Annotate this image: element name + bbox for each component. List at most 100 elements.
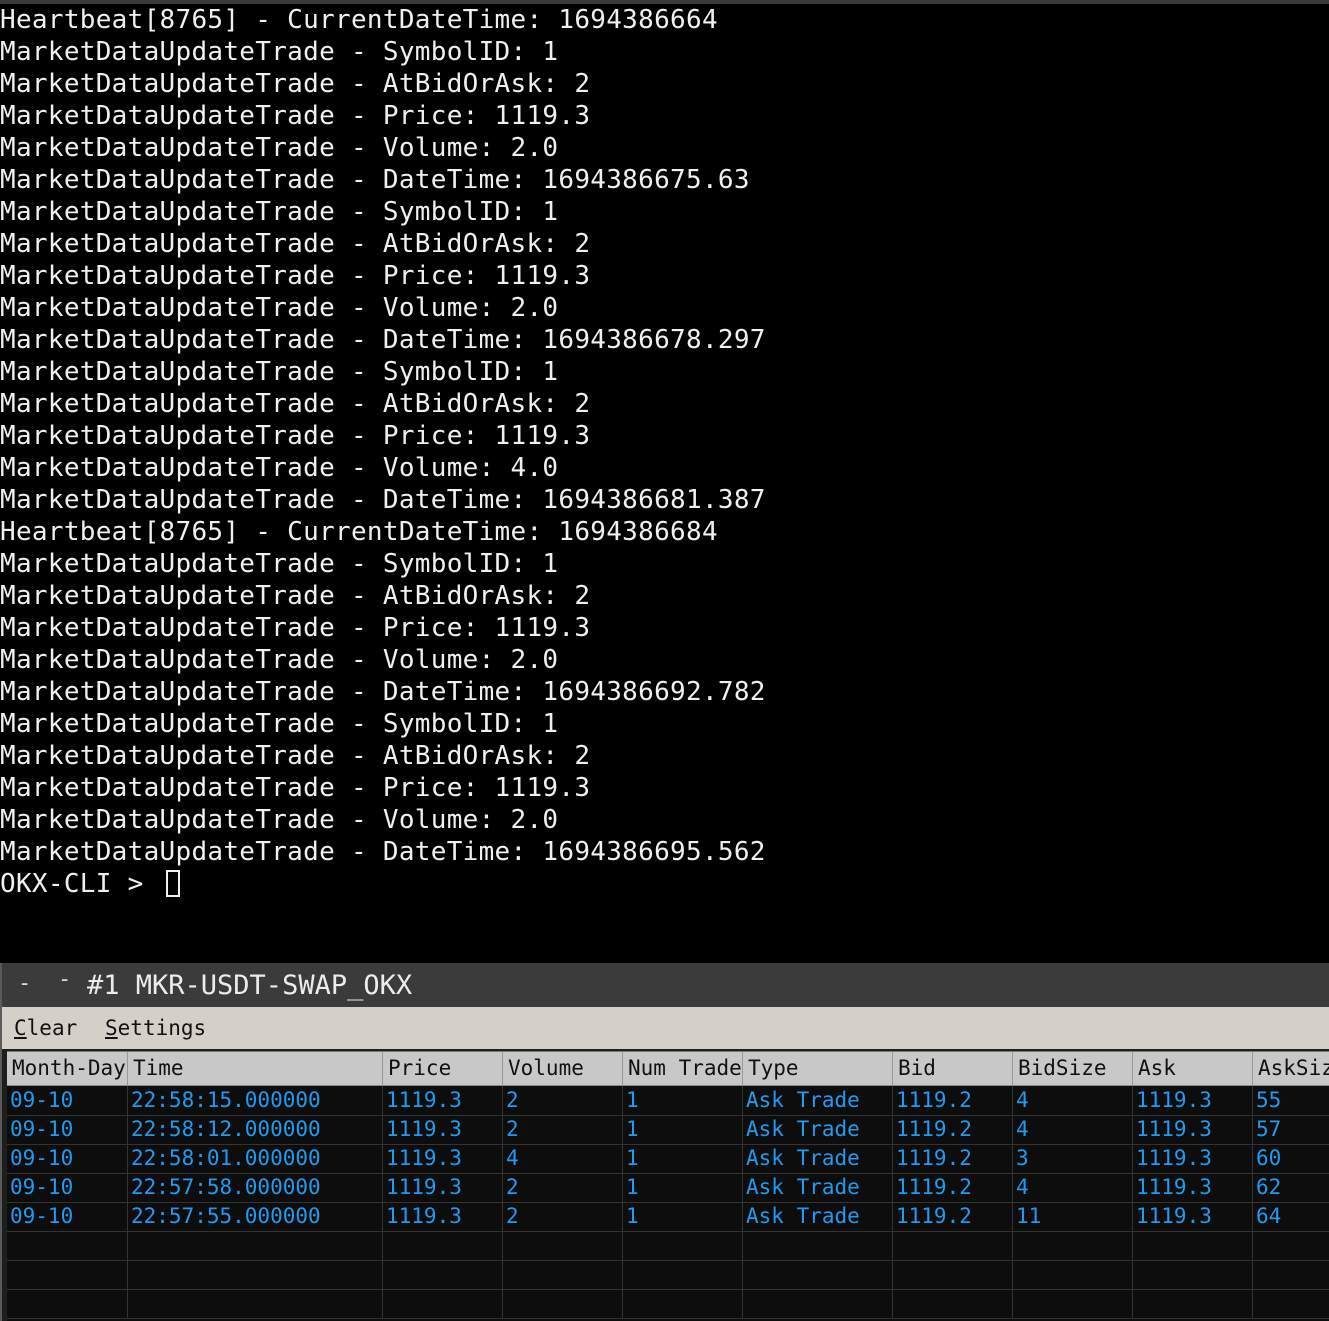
terminal-line: MarketDataUpdateTrade - SymbolID: 1 — [0, 357, 559, 387]
cell-bid: 1119.2 — [893, 1202, 1013, 1231]
cell-ask — [1133, 1260, 1253, 1289]
prompt-label: OKX-CLI > — [0, 869, 160, 899]
cell-type — [743, 1231, 893, 1260]
terminal-line: MarketDataUpdateTrade - SymbolID: 1 — [0, 197, 559, 227]
cell-volume — [503, 1260, 623, 1289]
cell-price: 1119.3 — [383, 1144, 503, 1173]
cell-asksize: 55 — [1253, 1086, 1329, 1115]
terminal-line: MarketDataUpdateTrade - DateTime: 169438… — [0, 837, 766, 867]
cell-bidsize — [1013, 1289, 1133, 1318]
cell-num-trade: 1 — [623, 1086, 743, 1115]
terminal-line: MarketDataUpdateTrade - AtBidOrAsk: 2 — [0, 389, 591, 419]
terminal-line: Heartbeat[8765] - CurrentDateTime: 16943… — [0, 517, 718, 547]
table-row[interactable]: 09-10 22:57:55.000000 1119.3 2 1 Ask Trade 111… — [7, 1202, 1329, 1232]
cell-asksize — [1253, 1289, 1329, 1318]
terminal-line: MarketDataUpdateTrade - AtBidOrAsk: 2 — [0, 581, 591, 611]
cell-price — [383, 1289, 503, 1318]
cell-bidsize — [1013, 1231, 1133, 1260]
trades-grid[interactable]: Month-Day Time Price Volume Num Trade Type Bid… — [7, 1051, 1329, 1321]
cell-bid: 1119.2 — [893, 1115, 1013, 1144]
cell-asksize: 60 — [1253, 1144, 1329, 1173]
cell-type — [743, 1260, 893, 1289]
cell-ask — [1133, 1231, 1253, 1260]
column-header-asksize[interactable]: AskSize — [1253, 1052, 1329, 1085]
table-row[interactable]: 09-10 22:57:58.000000 1119.3 2 1 Ask Trade 111… — [7, 1173, 1329, 1203]
cell-time: 22:57:55.000000 — [128, 1202, 383, 1231]
cell-ask: 1119.3 — [1133, 1202, 1253, 1231]
terminal-line: MarketDataUpdateTrade - AtBidOrAsk: 2 — [0, 229, 591, 259]
cell-volume: 2 — [503, 1086, 623, 1115]
cell-price: 1119.3 — [383, 1173, 503, 1202]
table-row[interactable] — [7, 1289, 1329, 1319]
column-header-volume[interactable]: Volume — [503, 1052, 623, 1085]
cell-num-trade — [623, 1289, 743, 1318]
terminal-output[interactable]: Heartbeat[8765] - CurrentDateTime: 16943… — [0, 4, 1329, 960]
cell-month-day: 09-10 — [7, 1173, 128, 1202]
window-minimize-button[interactable]: - — [58, 965, 71, 995]
table-row[interactable]: 09-10 22:58:01.000000 1119.3 4 1 Ask Trade 111… — [7, 1144, 1329, 1174]
terminal-line: MarketDataUpdateTrade - Volume: 2.0 — [0, 293, 559, 323]
cell-ask: 1119.3 — [1133, 1144, 1253, 1173]
cell-price: 1119.3 — [383, 1115, 503, 1144]
text-cursor — [165, 870, 180, 897]
cell-asksize — [1253, 1260, 1329, 1289]
settings-label: ettings — [117, 1016, 207, 1040]
cell-bidsize: 4 — [1013, 1086, 1133, 1115]
table-row[interactable] — [7, 1231, 1329, 1261]
terminal-line: MarketDataUpdateTrade - Price: 1119.3 — [0, 261, 591, 291]
cell-month-day: 09-10 — [7, 1115, 128, 1144]
column-header-price[interactable]: Price — [383, 1052, 503, 1085]
table-row[interactable] — [7, 1260, 1329, 1290]
cell-time — [128, 1231, 383, 1260]
cell-bid: 1119.2 — [893, 1086, 1013, 1115]
cell-bidsize — [1013, 1260, 1133, 1289]
grid-header-row: Month-Day Time Price Volume Num Trade Type Bid… — [7, 1052, 1329, 1086]
column-header-bid[interactable]: Bid — [893, 1052, 1013, 1085]
terminal-line: MarketDataUpdateTrade - DateTime: 169438… — [0, 677, 766, 707]
table-row[interactable]: 09-10 22:58:12.000000 1119.3 2 1 Ask Trade 111… — [7, 1115, 1329, 1145]
cell-time — [128, 1260, 383, 1289]
cell-time: 22:58:12.000000 — [128, 1115, 383, 1144]
settings-menu-item[interactable]: Settings — [105, 1013, 206, 1043]
cell-type: Ask Trade — [743, 1115, 893, 1144]
column-header-num-trade[interactable]: Num Trade — [623, 1052, 743, 1085]
terminal-line: MarketDataUpdateTrade - Price: 1119.3 — [0, 613, 591, 643]
cell-type: Ask Trade — [743, 1086, 893, 1115]
menubar: Clear Settings — [2, 1007, 1329, 1049]
cell-num-trade: 1 — [623, 1144, 743, 1173]
cell-type: Ask Trade — [743, 1144, 893, 1173]
column-header-type[interactable]: Type — [743, 1052, 893, 1085]
cell-time: 22:57:58.000000 — [128, 1173, 383, 1202]
cell-asksize: 57 — [1253, 1115, 1329, 1144]
cell-bid — [893, 1231, 1013, 1260]
cell-asksize: 64 — [1253, 1202, 1329, 1231]
cell-ask: 1119.3 — [1133, 1115, 1253, 1144]
column-header-ask[interactable]: Ask — [1133, 1052, 1253, 1085]
column-header-month-day[interactable]: Month-Day — [7, 1052, 128, 1085]
cell-bid — [893, 1260, 1013, 1289]
terminal-line: MarketDataUpdateTrade - SymbolID: 1 — [0, 709, 559, 739]
cli-prompt[interactable]: OKX-CLI > — [0, 868, 180, 900]
cell-type: Ask Trade — [743, 1173, 893, 1202]
cell-volume — [503, 1231, 623, 1260]
cell-volume: 2 — [503, 1115, 623, 1144]
cell-volume: 4 — [503, 1144, 623, 1173]
cell-month-day: 09-10 — [7, 1202, 128, 1231]
window-titlebar[interactable]: - - #1 MKR-USDT-SWAP_OKX — [2, 963, 1329, 1007]
cell-asksize: 62 — [1253, 1173, 1329, 1202]
column-header-bidsize[interactable]: BidSize — [1013, 1052, 1133, 1085]
terminal-line: MarketDataUpdateTrade - AtBidOrAsk: 2 — [0, 741, 591, 771]
terminal-line: MarketDataUpdateTrade - Volume: 2.0 — [0, 133, 559, 163]
cell-bidsize: 4 — [1013, 1115, 1133, 1144]
cell-time — [128, 1289, 383, 1318]
time-and-sales-window: - - #1 MKR-USDT-SWAP_OKX Clear Settings … — [0, 963, 1329, 1321]
terminal-line: MarketDataUpdateTrade - Volume: 2.0 — [0, 805, 559, 835]
column-header-time[interactable]: Time — [128, 1052, 383, 1085]
cell-bid — [893, 1289, 1013, 1318]
cell-month-day — [7, 1260, 128, 1289]
window-menu-button[interactable]: - — [18, 969, 31, 999]
terminal-line: MarketDataUpdateTrade - Price: 1119.3 — [0, 101, 591, 131]
cell-type — [743, 1289, 893, 1318]
clear-menu-item[interactable]: Clear — [14, 1013, 77, 1043]
table-row[interactable]: 09-10 22:58:15.000000 1119.3 2 1 Ask Trade 111… — [7, 1086, 1329, 1116]
